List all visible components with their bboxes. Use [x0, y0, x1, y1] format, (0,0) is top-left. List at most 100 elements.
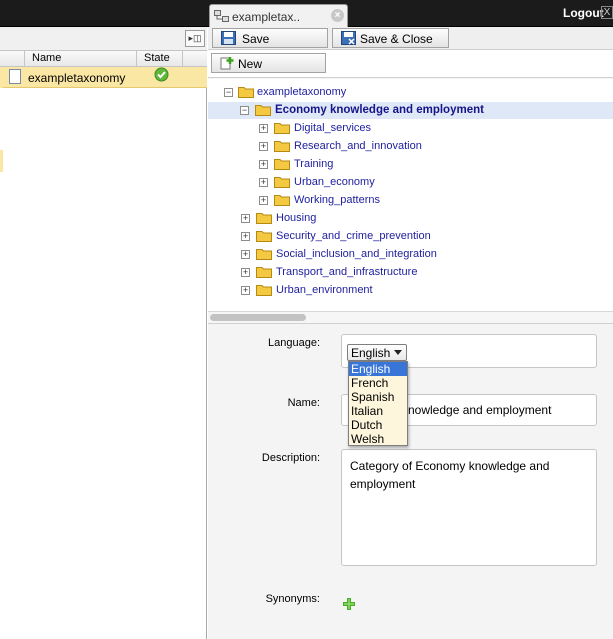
tree-node[interactable]: + Security_and_crime_prevention	[208, 228, 613, 245]
folder-icon	[256, 285, 272, 296]
row-marker	[0, 150, 3, 172]
tree-node-selected[interactable]: − Economy knowledge and employment	[208, 102, 613, 119]
tree-label: Housing	[276, 212, 317, 224]
left-panel: ▸◫ Name State exampletaxonomy	[0, 27, 207, 639]
folder-icon	[274, 177, 290, 188]
tree-node[interactable]: + Transport_and_infrastructure	[208, 264, 613, 281]
language-dropdown: English French Spanish Italian Dutch Wel…	[348, 361, 408, 446]
folder-icon	[256, 213, 272, 224]
column-separator	[182, 51, 183, 67]
synonyms-label: Synonyms:	[265, 593, 320, 605]
folder-icon	[256, 267, 272, 278]
logout-link[interactable]: Logout	[563, 6, 604, 20]
save-close-label: Save & Close	[360, 32, 433, 46]
tree-label: Social_inclusion_and_integration	[276, 248, 437, 260]
expand-icon[interactable]: +	[259, 142, 268, 151]
expand-icon[interactable]: +	[241, 250, 250, 259]
editor-toolbar: Save Save & Close	[208, 27, 613, 50]
check-circle-icon	[154, 67, 169, 82]
add-icon	[220, 57, 234, 70]
folder-open-icon	[238, 87, 254, 98]
detail-form: Language: Name: knowledge and employment…	[208, 325, 613, 639]
name-label: Name:	[287, 397, 320, 409]
tree-label: Urban_environment	[276, 284, 373, 296]
save-and-close-button[interactable]: Save & Close	[332, 28, 449, 48]
column-separator	[24, 51, 25, 67]
chevron-down-icon	[394, 350, 402, 355]
document-icon	[9, 69, 21, 84]
column-separator	[136, 51, 137, 67]
folder-icon	[274, 123, 290, 134]
new-label: New	[238, 57, 263, 71]
tree-node[interactable]: + Research_and_innovation	[208, 138, 613, 155]
tab-exampletaxonomy[interactable]: exampletax.. ×	[209, 4, 348, 28]
left-toolbar: ▸◫	[0, 27, 207, 51]
tree-node[interactable]: + Urban_economy	[208, 174, 613, 191]
folder-icon	[274, 141, 290, 152]
tree-label: Urban_economy	[294, 176, 375, 188]
tree-node[interactable]: + Training	[208, 156, 613, 173]
row-name: exampletaxonomy	[28, 71, 126, 85]
column-header-name[interactable]: Name	[32, 52, 61, 64]
expand-icon[interactable]: +	[259, 178, 268, 187]
save-button[interactable]: Save	[212, 28, 328, 48]
close-icon[interactable]: X	[601, 6, 613, 19]
tree-label: Transport_and_infrastructure	[276, 266, 418, 278]
taxonomy-tree: − exampletaxonomy − Economy knowledge an…	[208, 79, 613, 311]
column-header-state[interactable]: State	[144, 52, 170, 64]
tab-label: exampletax..	[232, 10, 301, 24]
language-option-welsh[interactable]: Welsh	[349, 432, 407, 446]
expand-icon[interactable]: +	[259, 196, 268, 205]
language-option-spanish[interactable]: Spanish	[349, 390, 407, 404]
tree-node[interactable]: + Digital_services	[208, 120, 613, 137]
expand-icon[interactable]: +	[259, 160, 268, 169]
save-icon	[221, 31, 236, 45]
expand-icon[interactable]: +	[241, 214, 250, 223]
expand-icon[interactable]: +	[241, 268, 250, 277]
tree-node[interactable]: + Social_inclusion_and_integration	[208, 246, 613, 263]
tree-label: Economy knowledge and employment	[275, 104, 484, 116]
top-bar: exampletax.. × Logout X	[0, 0, 613, 28]
tree-node[interactable]: + Housing	[208, 210, 613, 227]
collapse-icon[interactable]: −	[224, 88, 233, 97]
tree-label: Digital_services	[294, 122, 372, 134]
scrollbar-thumb[interactable]	[210, 314, 306, 321]
taxonomy-icon	[214, 10, 229, 22]
description-label: Description:	[261, 452, 320, 464]
folder-icon	[256, 231, 272, 242]
expand-icon[interactable]: +	[259, 124, 268, 133]
expand-icon[interactable]: +	[241, 286, 250, 295]
grid-header: Name State	[0, 51, 207, 67]
editor-area: Save Save & Close New − exampletaxonomy	[208, 27, 613, 639]
tree-node[interactable]: + Urban_environment	[208, 282, 613, 299]
language-option-dutch[interactable]: Dutch	[349, 418, 407, 432]
description-value: Category of Economy knowledge and employ…	[350, 459, 550, 491]
add-synonym-icon[interactable]	[342, 597, 356, 611]
collapse-panel-icon[interactable]: ▸◫	[185, 30, 205, 47]
folder-icon	[256, 249, 272, 260]
language-selected-value: English	[351, 346, 391, 360]
tree-toolbar: New	[208, 50, 613, 78]
tree-label: Security_and_crime_prevention	[276, 230, 431, 242]
tab-close-icon[interactable]: ×	[331, 9, 344, 22]
new-button[interactable]: New	[211, 53, 326, 73]
tree-label: Training	[294, 158, 334, 170]
language-option-french[interactable]: French	[349, 376, 407, 390]
name-value: knowledge and employment	[402, 403, 552, 417]
language-option-english[interactable]: English	[349, 362, 407, 376]
save-label: Save	[242, 32, 270, 46]
language-label: Language:	[268, 337, 320, 349]
folder-open-icon	[255, 105, 271, 116]
folder-icon	[274, 195, 290, 206]
folder-icon	[274, 159, 290, 170]
expand-icon[interactable]: +	[241, 232, 250, 241]
collapse-icon[interactable]: −	[240, 106, 249, 115]
tree-node[interactable]: + Working_patterns	[208, 192, 613, 209]
table-row[interactable]: exampletaxonomy	[3, 67, 207, 88]
tree-node-root[interactable]: − exampletaxonomy	[208, 84, 613, 101]
language-select[interactable]: English	[347, 344, 407, 361]
language-option-italian[interactable]: Italian	[349, 404, 407, 418]
tree-label: Research_and_innovation	[294, 140, 422, 152]
tree-label: exampletaxonomy	[257, 86, 347, 98]
description-textarea[interactable]: Category of Economy knowledge and employ…	[341, 449, 597, 566]
